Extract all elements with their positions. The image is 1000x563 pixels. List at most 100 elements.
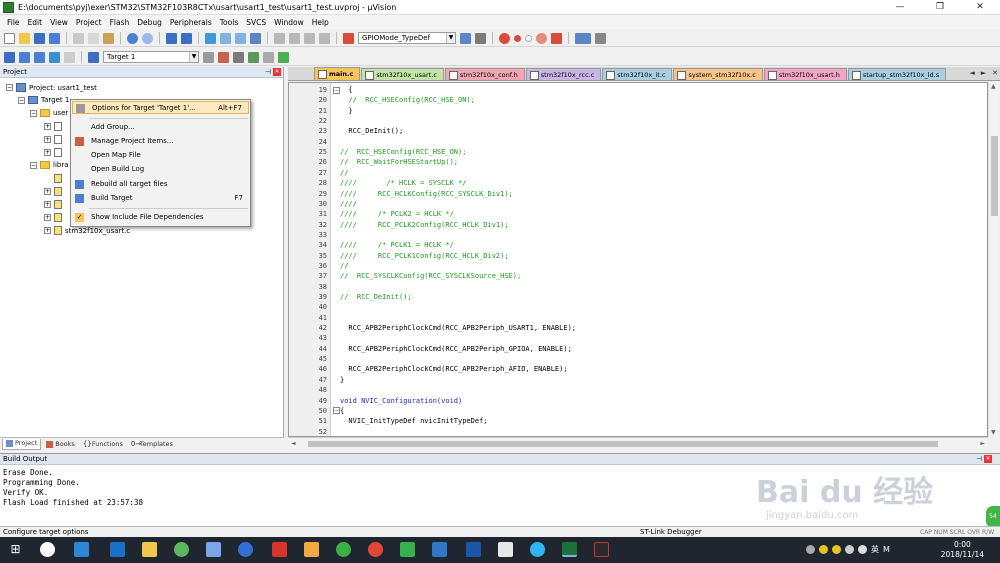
pack-installer-icon[interactable] [263, 51, 274, 63]
menu-peripherals[interactable]: Peripherals [166, 18, 216, 27]
tree-root[interactable]: − Project: usart1_test [6, 83, 97, 92]
tree-file-usart[interactable]: + stm32f10x_usart.c [44, 226, 130, 235]
prev-bookmark-icon[interactable] [220, 32, 231, 44]
menu-item-manage-project-items[interactable]: Manage Project Items... [72, 135, 249, 148]
security-shield-icon[interactable] [432, 542, 447, 557]
comment-icon[interactable] [304, 32, 315, 44]
uvision-taskbar-icon[interactable] [562, 542, 577, 557]
menu-edit[interactable]: Edit [24, 18, 47, 27]
scroll-left-icon[interactable]: ◄ [291, 440, 296, 447]
tree-file[interactable]: + [44, 187, 62, 196]
menu-help[interactable]: Help [308, 18, 333, 27]
code-line[interactable]: // RCC_DeInit(); [340, 292, 412, 302]
fold-toggle-icon[interactable]: − [333, 407, 340, 415]
kill-breakpoints-icon[interactable] [551, 32, 562, 44]
tree-file[interactable]: + [44, 148, 62, 157]
collapse-icon[interactable]: − [18, 96, 25, 104]
manage-project-items-icon[interactable] [218, 51, 229, 63]
code-line[interactable]: //// RCC_PCLK1Config(RCC_HCLK_Div2); [340, 251, 509, 261]
floating-badge[interactable]: 54 [986, 506, 1000, 528]
code-editor[interactable]: 19 20 21 22 23 24 25 26 27 28 29 30 31 32 33 34 35 36 37 38… [288, 82, 988, 437]
rte-icon[interactable] [278, 51, 289, 63]
editor-tab-it-c[interactable]: stm32f10x_it.c [602, 68, 673, 80]
code-line[interactable]: RCC_DeInit(); [340, 126, 403, 136]
dev-cpp-icon[interactable] [466, 542, 481, 557]
menu-project[interactable]: Project [72, 18, 106, 27]
expand-icon[interactable]: + [44, 149, 51, 156]
clear-bookmarks-icon[interactable] [250, 32, 261, 44]
code-line[interactable]: RCC_APB2PeriphClockCmd(RCC_APB2Periph_US… [340, 323, 576, 333]
bookmark-icon[interactable] [205, 32, 216, 44]
tree-file[interactable]: + [44, 135, 62, 144]
editor-vertical-scrollbar[interactable]: ▲ ▼ [988, 82, 999, 437]
code-line[interactable]: //// /* PCLK1 = HCLK */ [340, 240, 454, 250]
tree-file[interactable]: + [44, 122, 62, 131]
ime-mode[interactable]: M [883, 545, 890, 554]
code-line[interactable]: NVIC_InitTypeDef nvicInitTypeDef; [340, 416, 487, 426]
app-icon[interactable] [238, 542, 253, 557]
code-line[interactable]: void NVIC_Configuration(void) [340, 396, 462, 406]
volume-icon[interactable] [858, 545, 867, 554]
tab-project[interactable]: Project [2, 438, 42, 450]
network-icon[interactable] [845, 545, 854, 554]
ie-browser-icon[interactable] [110, 542, 125, 557]
scrollbar-thumb[interactable] [991, 136, 998, 216]
code-line[interactable]: { [340, 85, 352, 95]
tray-icon[interactable] [819, 545, 828, 554]
menu-svcs[interactable]: SVCS [242, 18, 270, 27]
app-icon[interactable] [530, 542, 545, 557]
tab-scroll-left-icon[interactable]: ◄ [969, 69, 974, 77]
translate-icon[interactable] [4, 51, 15, 63]
app-icon[interactable] [336, 542, 351, 557]
close-icon[interactable]: ✕ [273, 68, 281, 76]
unindent-icon[interactable] [289, 32, 300, 44]
code-line[interactable]: { [340, 406, 344, 416]
taskbar-clock[interactable]: 0:00 2018/11/14 [941, 540, 984, 560]
code-line[interactable]: //// [340, 199, 357, 209]
tab-templates[interactable]: 0→ Templates [128, 439, 176, 450]
menu-file[interactable]: File [3, 18, 24, 27]
close-tab-icon[interactable]: ✕ [992, 69, 998, 77]
build-icon[interactable] [19, 51, 30, 63]
editor-tab-system-c[interactable]: system_stm32f10x.c [673, 68, 763, 80]
disable-all-breakpoints-icon[interactable] [536, 32, 547, 44]
maximize-button[interactable]: ❐ [920, 0, 960, 15]
menu-window[interactable]: Window [270, 18, 308, 27]
copy-icon[interactable] [88, 32, 99, 44]
pin-icon[interactable]: ⊣ [265, 67, 271, 78]
configure-icon[interactable] [595, 32, 606, 44]
app-icon[interactable] [304, 542, 319, 557]
collapse-icon[interactable]: − [30, 109, 37, 117]
save-icon[interactable] [34, 32, 45, 44]
expand-icon[interactable]: + [44, 214, 51, 221]
tray-icon[interactable] [806, 545, 815, 554]
menu-flash[interactable]: Flash [106, 18, 134, 27]
rebuild-icon[interactable] [34, 51, 45, 63]
code-line[interactable]: // RCC_SYSCLKConfig(RCC_SYSCLKSource_HSE… [340, 271, 521, 281]
code-line[interactable]: // [340, 168, 348, 178]
debug-start-icon[interactable] [499, 32, 510, 44]
nav-forward-icon[interactable] [181, 32, 192, 44]
new-file-icon[interactable] [4, 32, 15, 44]
code-line[interactable]: RCC_APB2PeriphClockCmd(RCC_APB2Periph_GP… [340, 344, 571, 354]
save-all-icon[interactable] [49, 32, 60, 44]
code-line[interactable]: //// RCC_PCLK2Config(RCC_HCLK_Div1); [340, 220, 509, 230]
collapse-icon[interactable]: − [30, 161, 37, 169]
target-options-icon[interactable] [203, 51, 214, 63]
menu-item-show-include-deps[interactable]: ✓ Show Include File Dependencies [72, 211, 249, 224]
tree-file[interactable]: + [44, 200, 62, 209]
tab-scroll-right-icon[interactable]: ► [981, 69, 986, 77]
app-icon[interactable] [400, 542, 415, 557]
tab-functions[interactable]: {} Functions [80, 439, 126, 450]
undo-icon[interactable] [127, 32, 138, 44]
menu-item-open-map-file[interactable]: Open Map File [72, 149, 249, 162]
paste-icon[interactable] [103, 32, 114, 44]
tab-books[interactable]: Books [43, 439, 78, 450]
open-folder-icon[interactable] [19, 32, 30, 44]
cortana-icon[interactable] [40, 542, 55, 557]
expand-icon[interactable]: + [44, 201, 51, 208]
menu-item-build-target[interactable]: Build Target F7 [72, 192, 249, 205]
tree-file[interactable] [44, 174, 62, 183]
find-icon[interactable] [460, 32, 471, 44]
tree-target[interactable]: − Target 1 [18, 96, 69, 104]
